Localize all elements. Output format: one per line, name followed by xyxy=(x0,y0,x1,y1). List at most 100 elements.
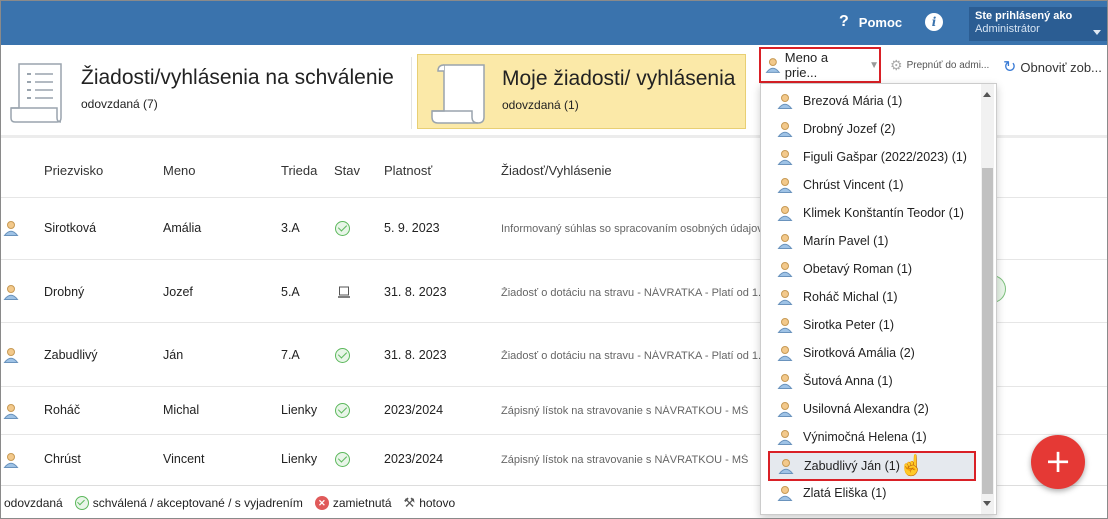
scroll-down-icon[interactable] xyxy=(983,501,991,506)
user-line1: Ste prihlásený ako xyxy=(975,10,1073,22)
name-filter-dropdown[interactable]: Meno a prie... ▼ xyxy=(759,47,881,83)
column-header-surname[interactable]: Priezvisko xyxy=(44,163,103,178)
dropdown-scrollbar[interactable] xyxy=(981,84,994,514)
tile-title: Žiadosti/vyhlásenia na schválenie xyxy=(81,66,394,89)
refresh-icon: ↻ xyxy=(1003,59,1017,76)
column-header-class[interactable]: Trieda xyxy=(281,163,317,178)
dropdown-item[interactable]: Sirotková Amália (2) xyxy=(769,341,977,365)
dropdown-item[interactable]: Brezová Mária (1) xyxy=(769,89,977,113)
person-icon xyxy=(765,58,781,73)
cell-surname: Chrúst xyxy=(44,452,81,466)
person-icon xyxy=(778,458,794,474)
tile-title: Moje žiadosti/ vyhlásenia xyxy=(502,67,736,90)
cell-class: 7.A xyxy=(281,348,300,362)
dropdown-item-label: Obetavý Roman (1) xyxy=(803,262,913,276)
document-list-icon xyxy=(10,63,62,123)
dropdown-item[interactable]: Chrúst Vincent (1) xyxy=(769,173,977,197)
approved-icon xyxy=(335,452,350,467)
person-icon xyxy=(3,404,19,419)
approved-icon xyxy=(335,403,350,418)
user-menu[interactable]: Ste prihlásený ako Administrátor xyxy=(969,7,1107,41)
divider xyxy=(411,57,412,129)
cell-validity: 2023/2024 xyxy=(384,403,444,417)
hand-cursor-icon: ☝ xyxy=(899,455,924,477)
app-window: ? Pomoc i Ste prihlásený ako Administrát… xyxy=(0,0,1108,519)
cell-validity: 31. 8. 2023 xyxy=(384,348,447,362)
laptop-icon xyxy=(338,286,350,298)
tile-my-requests[interactable]: Moje žiadosti/ vyhlásenia odovzdaná (1) xyxy=(417,54,746,129)
tile-to-approve[interactable]: Žiadosti/vyhlásenia na schválenie odovzd… xyxy=(1,54,406,129)
dropdown-item[interactable]: Obetavý Roman (1) xyxy=(769,257,977,281)
person-icon xyxy=(777,177,793,193)
dropdown-item[interactable]: Klimek Konštantín Teodor (1) xyxy=(769,201,977,225)
dropdown-item[interactable]: Drobný Jozef (2) xyxy=(769,117,977,141)
help-link[interactable]: ? Pomoc xyxy=(839,13,902,31)
name-filter-list[interactable]: Brezová Mária (1) Drobný Jozef (2) Figuli … xyxy=(760,83,997,515)
cell-validity: 5. 9. 2023 xyxy=(384,221,440,235)
cell-name: Amália xyxy=(163,221,202,235)
person-icon xyxy=(777,401,793,417)
dropdown-item-label: Zabudlivý Ján (1) xyxy=(804,459,900,473)
column-header-status[interactable]: Stav xyxy=(334,163,360,178)
chevron-down-icon xyxy=(1093,30,1101,35)
switch-admin-button[interactable]: ⚙ Prepnúť do admi... xyxy=(890,57,989,74)
person-icon xyxy=(777,93,793,109)
dropdown-item-label: Sirotka Peter (1) xyxy=(803,318,895,332)
person-icon xyxy=(777,289,793,305)
dropdown-item-label: Marín Pavel (1) xyxy=(803,234,889,248)
person-icon xyxy=(777,121,793,137)
filter-label: Meno a prie... xyxy=(784,50,829,80)
dropdown-item[interactable]: Usilovná Alexandra (2) xyxy=(769,397,977,421)
info-icon[interactable]: i xyxy=(925,13,943,31)
dropdown-item[interactable]: Výnimočná Helena (1) xyxy=(769,425,977,449)
dropdown-item[interactable]: Figuli Gašpar (2022/2023) (1) xyxy=(769,145,977,169)
person-icon xyxy=(3,221,19,236)
gears-icon: ⚙ xyxy=(890,57,903,73)
person-icon xyxy=(3,285,19,300)
dropdown-item[interactable]: Sirotka Peter (1) xyxy=(769,313,977,337)
legend-approved: schválená / akceptované / s vyjadrením xyxy=(74,495,303,510)
tools-icon: ⚒ xyxy=(403,494,416,510)
dropdown-item[interactable]: Marín Pavel (1) xyxy=(769,229,977,253)
chevron-down-icon: ▼ xyxy=(869,59,879,71)
rejected-icon: ✕ xyxy=(314,495,329,510)
dropdown-item-label: Usilovná Alexandra (2) xyxy=(803,402,929,416)
column-header-name[interactable]: Meno xyxy=(163,163,196,178)
cell-request: Zápisný lístok na stravovanie s NÁVRATKO… xyxy=(501,405,749,417)
column-header-validity[interactable]: Platnosť xyxy=(384,163,432,178)
person-icon xyxy=(777,373,793,389)
cell-class: 5.A xyxy=(281,285,300,299)
add-button[interactable]: + xyxy=(1031,435,1085,489)
legend-rejected-label: zamietnutá xyxy=(332,495,392,510)
person-icon xyxy=(777,485,793,501)
switch-label: Prepnúť do admi... xyxy=(906,60,990,71)
question-icon: ? xyxy=(839,13,849,30)
dropdown-item-label: Brezová Mária (1) xyxy=(803,94,903,108)
cell-surname: Drobný xyxy=(44,285,85,299)
dropdown-item[interactable]: Zlatá Eliška (1) xyxy=(769,481,977,505)
legend-submitted: odovzdaná xyxy=(4,496,63,510)
person-icon xyxy=(3,453,19,468)
legend-approved-label: schválená / akceptované / s vyjadrením xyxy=(92,495,303,510)
tile-subtitle: odovzdaná (7) xyxy=(81,97,158,111)
cell-validity: 31. 8. 2023 xyxy=(384,285,447,299)
scroll-icon xyxy=(431,64,485,124)
person-icon xyxy=(777,345,793,361)
dropdown-item[interactable]: Roháč Michal (1) xyxy=(769,285,977,309)
dropdown-item[interactable]: Zabudlivý Ján (1) xyxy=(768,451,976,481)
cell-request: Žiadosť o dotáciu na stravu - NÁVRATKA -… xyxy=(501,287,761,299)
dropdown-item[interactable]: Šutová Anna (1) xyxy=(769,369,977,393)
cell-request: Informovaný súhlas so spracovaním osobný… xyxy=(501,223,761,235)
refresh-button[interactable]: ↻ Obnoviť zob... xyxy=(1003,57,1102,77)
cell-name: Jozef xyxy=(163,285,193,299)
legend-done: ⚒ hotovo xyxy=(404,495,456,511)
scroll-up-icon[interactable] xyxy=(983,92,991,97)
cell-surname: Roháč xyxy=(44,403,81,417)
cell-request: Žiadosť o dotáciu na stravu - NÁVRATKA -… xyxy=(501,350,761,362)
person-icon xyxy=(777,205,793,221)
person-icon xyxy=(777,261,793,277)
legend-done-label: hotovo xyxy=(419,495,456,510)
scrollbar-thumb[interactable] xyxy=(982,168,993,494)
column-header-request[interactable]: Žiadosť/Vyhlásenie xyxy=(501,163,612,178)
cell-surname: Sirotková xyxy=(44,221,97,235)
